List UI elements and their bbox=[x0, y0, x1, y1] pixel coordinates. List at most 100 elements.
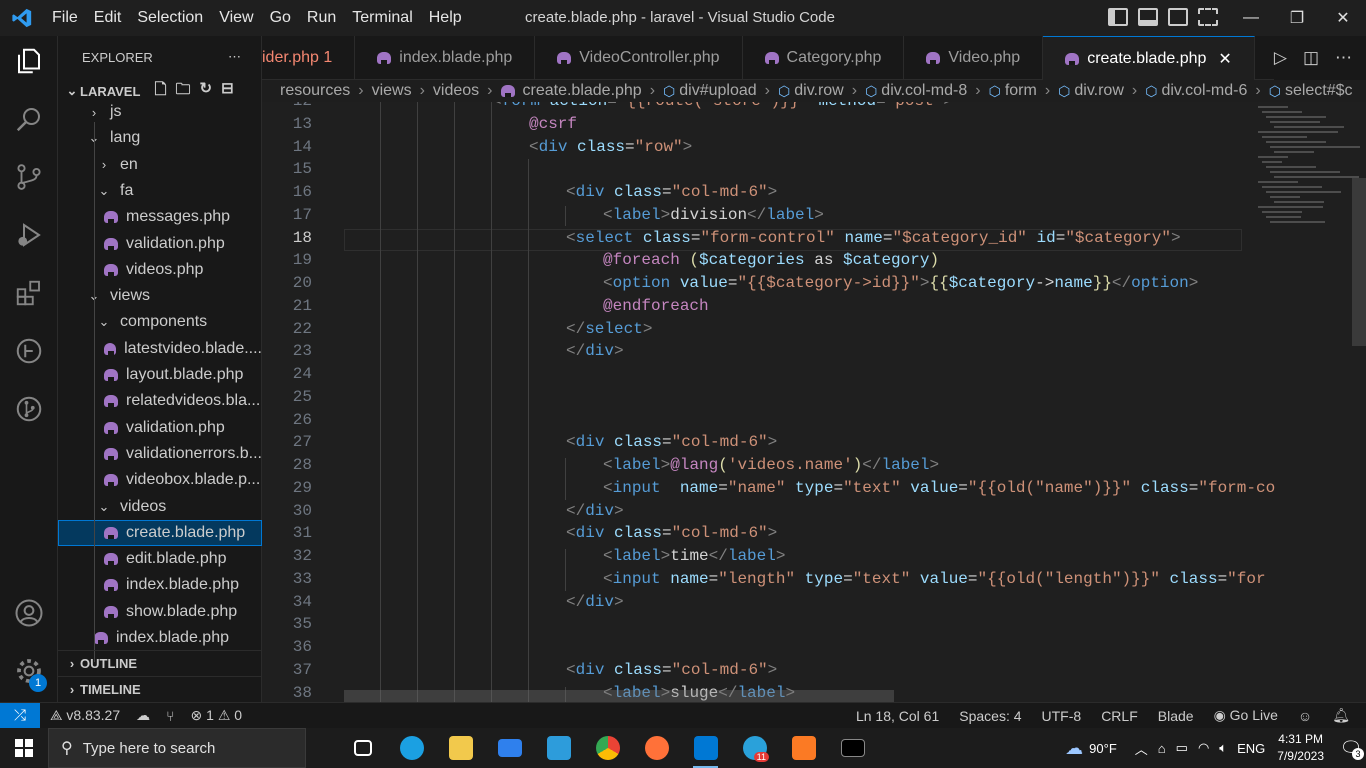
show-hidden-icons-chevron-icon[interactable]: ︿ bbox=[1135, 739, 1148, 758]
input-language[interactable]: ENG bbox=[1237, 741, 1265, 756]
problems-indicator[interactable]: ⊗ 1 ⚠ 0 bbox=[191, 707, 243, 724]
notifications-bell-icon[interactable]: 🔔︎ bbox=[1332, 707, 1350, 724]
git-graph-icon[interactable] bbox=[12, 392, 46, 426]
tree-file[interactable]: show.blade.php bbox=[58, 599, 262, 625]
weather-temp[interactable]: 90°F bbox=[1089, 741, 1117, 756]
task-view-icon[interactable] bbox=[338, 728, 387, 768]
tree-file[interactable]: edit.blade.php bbox=[58, 546, 262, 572]
extensions-icon[interactable] bbox=[12, 276, 46, 310]
outline-section[interactable]: › OUTLINE bbox=[58, 650, 262, 676]
tree-file[interactable]: relatedvideos.bla... bbox=[58, 388, 262, 414]
tree-folder[interactable]: › js bbox=[58, 99, 262, 125]
breadcrumb-item[interactable]: div.row bbox=[1074, 82, 1124, 100]
minimize-button[interactable]: — bbox=[1228, 0, 1274, 36]
tree-file[interactable]: validationerrors.b... bbox=[58, 441, 262, 467]
store-icon[interactable] bbox=[534, 728, 583, 768]
menu-view[interactable]: View bbox=[211, 0, 261, 36]
tab-category[interactable]: Category.php bbox=[743, 36, 905, 80]
breadcrumb-item[interactable]: div.col-md-8 bbox=[881, 82, 967, 100]
run-debug-icon[interactable] bbox=[12, 218, 46, 252]
notification-center-icon[interactable]: 🗨︎ 3 bbox=[1336, 736, 1366, 760]
clock[interactable]: 4:31 PM 7/9/2023 bbox=[1277, 731, 1324, 765]
tree-file[interactable]: validation.php bbox=[58, 231, 262, 257]
breadcrumb-item[interactable]: views bbox=[372, 82, 412, 100]
tab-videocontroller[interactable]: VideoController.php bbox=[535, 36, 743, 80]
tree-file[interactable]: create.blade.php bbox=[58, 519, 262, 546]
language-mode[interactable]: Blade bbox=[1158, 708, 1194, 724]
remote-indicator-icon[interactable]: ⤮ bbox=[0, 702, 40, 729]
split-editor-icon[interactable]: ◫ bbox=[1303, 48, 1319, 68]
tree-file[interactable]: validation.php bbox=[58, 415, 262, 441]
line-ending[interactable]: CRLF bbox=[1101, 708, 1138, 724]
extension-version[interactable]: ⟁ v8.83.27 bbox=[50, 707, 120, 724]
accounts-icon[interactable] bbox=[12, 596, 46, 630]
breadcrumb-item[interactable]: resources bbox=[280, 82, 350, 100]
tab-index-blade[interactable]: index.blade.php bbox=[355, 36, 536, 80]
tree-folder[interactable]: ⌄ fa bbox=[58, 178, 262, 204]
cursor-position[interactable]: Ln 18, Col 61 bbox=[856, 708, 939, 724]
breadcrumb-item[interactable]: select#$c bbox=[1285, 82, 1353, 100]
menu-go[interactable]: Go bbox=[262, 0, 299, 36]
terminal-icon[interactable] bbox=[828, 728, 877, 768]
breadcrumb-item[interactable]: div#upload bbox=[679, 82, 756, 100]
breadcrumb-item[interactable]: form bbox=[1005, 82, 1037, 100]
windows-start-icon[interactable] bbox=[0, 728, 48, 768]
tab-provider[interactable]: ider.php 1 bbox=[262, 36, 356, 80]
horizontal-scrollbar[interactable] bbox=[344, 690, 894, 702]
vertical-scrollbar[interactable] bbox=[1352, 178, 1366, 346]
telegram-icon[interactable]: 11 bbox=[730, 728, 779, 768]
feedback-icon[interactable]: ☺ bbox=[1298, 708, 1312, 724]
tree-file[interactable]: videos.php bbox=[58, 257, 262, 283]
minimap[interactable] bbox=[1248, 102, 1360, 242]
more-actions-icon[interactable]: ⋯ bbox=[228, 49, 241, 65]
tree-file[interactable]: layout.blade.php bbox=[58, 362, 262, 388]
menu-help[interactable]: Help bbox=[421, 0, 470, 36]
tab-create-blade[interactable]: create.blade.php ✕ bbox=[1043, 36, 1255, 80]
xampp-icon[interactable] bbox=[779, 728, 828, 768]
tree-folder[interactable]: ⌄views bbox=[58, 283, 262, 309]
toggle-panel-icon[interactable] bbox=[1138, 8, 1158, 26]
tree-folder[interactable]: › en bbox=[58, 152, 262, 178]
tree-file[interactable]: messages.php bbox=[58, 204, 262, 230]
menu-terminal[interactable]: Terminal bbox=[344, 0, 420, 36]
run-icon[interactable]: ▷ bbox=[1274, 48, 1287, 68]
edge-icon[interactable] bbox=[387, 728, 436, 768]
explorer-icon[interactable] bbox=[12, 44, 46, 78]
menu-edit[interactable]: Edit bbox=[86, 0, 130, 36]
breadcrumb-item[interactable]: div.row bbox=[794, 82, 844, 100]
search-icon[interactable] bbox=[12, 102, 46, 136]
mail-icon[interactable] bbox=[485, 728, 534, 768]
breadcrumb-item[interactable]: create.blade.php bbox=[523, 82, 642, 100]
sync-icon[interactable]: ☁ bbox=[136, 707, 150, 724]
tree-file[interactable]: index.blade.php bbox=[58, 572, 262, 598]
more-actions-icon[interactable]: ⋯ bbox=[1335, 48, 1352, 68]
tree-folder[interactable]: ⌄lang bbox=[58, 125, 262, 151]
breadcrumb-item[interactable]: videos bbox=[433, 82, 479, 100]
restore-button[interactable]: ❐ bbox=[1274, 0, 1320, 36]
source-control-icon[interactable] bbox=[12, 160, 46, 194]
firefox-icon[interactable] bbox=[632, 728, 681, 768]
breadcrumb-item[interactable]: div.col-md-6 bbox=[1161, 82, 1247, 100]
toggle-primary-sidebar-icon[interactable] bbox=[1108, 8, 1128, 26]
git-branch-icon[interactable]: ⑂ bbox=[166, 708, 174, 724]
menu-file[interactable]: File bbox=[44, 0, 86, 36]
file-explorer-icon[interactable] bbox=[436, 728, 485, 768]
tree-file[interactable]: latestvideo.blade.... bbox=[58, 336, 262, 362]
tree-folder[interactable]: ⌄ components bbox=[58, 309, 262, 335]
vscode-taskbar-icon[interactable] bbox=[681, 728, 730, 768]
tree-file[interactable]: videobox.blade.p... bbox=[58, 467, 262, 493]
network-icon[interactable]: ⌂ bbox=[1158, 741, 1166, 756]
battery-icon[interactable]: ▭ bbox=[1176, 740, 1188, 756]
weather-icon[interactable]: ☁ bbox=[1065, 738, 1083, 759]
code-editor[interactable]: 12 <form action="{{route('store')}}" meth… bbox=[262, 102, 1366, 702]
wifi-icon[interactable]: ◠ bbox=[1198, 740, 1209, 756]
tab-video[interactable]: Video.php bbox=[904, 36, 1044, 80]
indentation[interactable]: Spaces: 4 bbox=[959, 708, 1021, 724]
menu-run[interactable]: Run bbox=[299, 0, 344, 36]
close-tab-icon[interactable]: ✕ bbox=[1218, 49, 1231, 69]
go-live-button[interactable]: ◉ Go Live bbox=[1214, 707, 1278, 724]
taskbar-search[interactable]: ⚲ Type here to search bbox=[48, 728, 306, 768]
menu-selection[interactable]: Selection bbox=[129, 0, 211, 36]
customize-layout-icon[interactable] bbox=[1198, 8, 1218, 26]
remote-explorer-icon[interactable] bbox=[12, 334, 46, 368]
